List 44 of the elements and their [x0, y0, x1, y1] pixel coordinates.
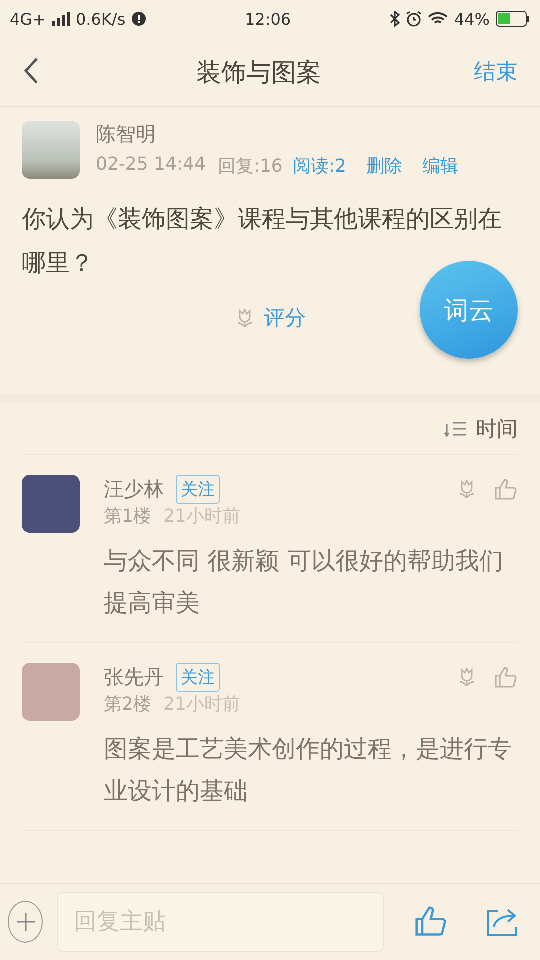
- wifi-icon: [428, 12, 448, 26]
- reply-count: 回复:16: [218, 155, 283, 178]
- comment-body: 与众不同 很新颖 可以很好的帮助我们提高审美: [104, 546, 504, 619]
- thumbs-up-icon: [494, 478, 518, 502]
- share-button[interactable]: [486, 907, 520, 937]
- thumbs-up-icon: [414, 905, 448, 939]
- like-button[interactable]: [494, 478, 518, 502]
- floor-number: 第1楼: [104, 505, 152, 528]
- clock: 12:06: [244, 10, 292, 28]
- follow-button[interactable]: 关注: [176, 663, 220, 692]
- like-button[interactable]: [414, 905, 448, 939]
- bluetooth-icon: [390, 11, 400, 27]
- add-button[interactable]: [8, 901, 43, 943]
- follow-button[interactable]: 关注: [176, 475, 220, 504]
- share-icon: [486, 907, 520, 937]
- alert-icon: [132, 12, 146, 26]
- battery-percent: 44%: [454, 10, 490, 28]
- like-button[interactable]: [494, 666, 518, 690]
- network-speed: 0.6K/s: [76, 10, 126, 28]
- author-name: 陈智明: [96, 121, 157, 148]
- avatar-placeholder: [22, 663, 80, 721]
- commenter-name: 张先丹: [104, 664, 164, 691]
- floor-number: 第2楼: [104, 693, 152, 716]
- plus-icon: [16, 912, 36, 932]
- edit-link[interactable]: 编辑: [422, 154, 458, 178]
- sort-button[interactable]: 时间: [22, 403, 518, 455]
- post-date: 02-25 14:44: [96, 154, 206, 177]
- commenter-name: 汪少林: [104, 476, 164, 503]
- alarm-clock-icon: [406, 11, 422, 27]
- page-title: 装饰与图案: [196, 56, 322, 88]
- rate-button[interactable]: 评分: [228, 303, 312, 333]
- network-type: 4G+: [10, 10, 46, 28]
- signal-icon: [52, 12, 70, 26]
- comment-body: 图案是工艺美术创作的过程，是进行专业设计的基础: [104, 734, 513, 807]
- delete-link[interactable]: 删除: [366, 154, 402, 178]
- reply-input[interactable]: 回复主贴: [57, 892, 384, 952]
- word-cloud-button[interactable]: 词云: [420, 261, 518, 359]
- avatar-placeholder: [22, 475, 80, 533]
- thumbs-up-icon: [494, 666, 518, 690]
- battery-icon: [496, 11, 530, 27]
- photo-placeholder: [22, 121, 80, 179]
- sort-icon: [444, 420, 468, 438]
- end-button[interactable]: 结束: [474, 57, 518, 87]
- read-count-link[interactable]: 阅读:2: [292, 154, 346, 178]
